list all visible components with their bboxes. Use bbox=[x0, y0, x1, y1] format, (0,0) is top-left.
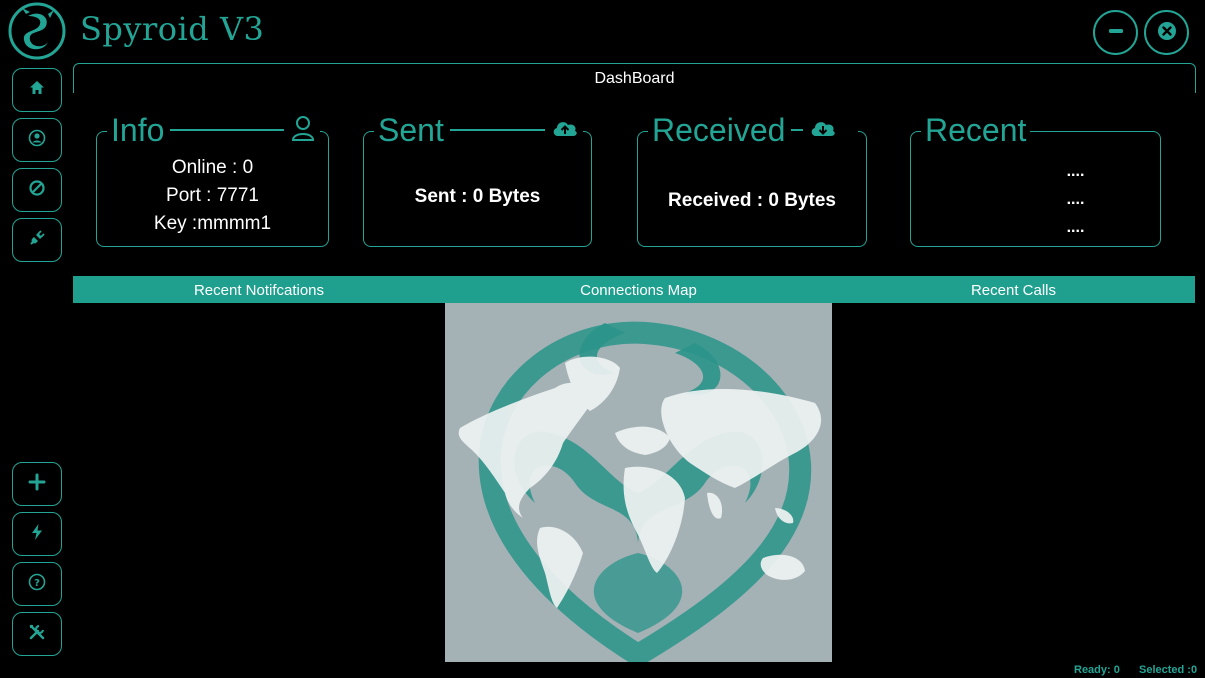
tab-strip: Recent Notifcations Connections Map Rece… bbox=[73, 276, 1195, 303]
minus-icon bbox=[1106, 21, 1126, 45]
plus-icon bbox=[28, 473, 46, 495]
sent-card: Sent Sent : 0 Bytes bbox=[363, 112, 592, 247]
home-icon bbox=[28, 79, 46, 101]
tab-recent-calls[interactable]: Recent Calls bbox=[832, 276, 1195, 303]
user-outline-icon bbox=[290, 114, 316, 146]
sent-value: Sent : 0 Bytes bbox=[414, 186, 541, 207]
sidebar-tools-button[interactable] bbox=[12, 612, 62, 656]
tools-icon bbox=[28, 623, 46, 645]
help-icon: ? bbox=[28, 573, 46, 595]
cloud-upload-icon bbox=[551, 117, 579, 143]
lightning-icon bbox=[28, 523, 46, 545]
recent-item: .... bbox=[1066, 219, 1085, 236]
cloud-download-icon bbox=[809, 117, 837, 143]
sidebar-block-button[interactable] bbox=[12, 168, 62, 212]
recent-card: Recent .... .... .... bbox=[910, 112, 1161, 247]
sent-card-title: Sent bbox=[378, 112, 444, 148]
app-logo bbox=[8, 2, 66, 60]
info-card-title: Info bbox=[111, 112, 165, 148]
info-key: Key :mmmm1 bbox=[153, 213, 272, 234]
recent-item: .... bbox=[1066, 163, 1085, 180]
sidebar-plug-button[interactable] bbox=[12, 218, 62, 262]
recent-card-title: Recent bbox=[925, 112, 1027, 148]
info-card: Info Online : 0 Port : 7771 Key :mmmm1 bbox=[96, 112, 329, 247]
received-card: Received Received : 0 Bytes bbox=[637, 112, 867, 247]
sidebar-home-button[interactable] bbox=[12, 68, 62, 112]
received-card-title: Received bbox=[652, 112, 786, 148]
received-value: Received : 0 Bytes bbox=[668, 190, 836, 211]
recent-item: .... bbox=[1066, 191, 1085, 208]
app-title: Spyroid V3 bbox=[80, 10, 265, 48]
close-button[interactable] bbox=[1144, 10, 1189, 55]
status-ready: Ready: 0 bbox=[1074, 664, 1120, 676]
tab-recent-notifications[interactable]: Recent Notifcations bbox=[73, 276, 445, 303]
sidebar-help-button[interactable]: ? bbox=[12, 562, 62, 606]
connections-map[interactable] bbox=[445, 303, 832, 662]
user-icon bbox=[28, 129, 46, 151]
sidebar-lightning-button[interactable] bbox=[12, 512, 62, 556]
sidebar-add-button[interactable] bbox=[12, 462, 62, 506]
dashboard-title: DashBoard bbox=[594, 70, 675, 87]
svg-text:?: ? bbox=[34, 578, 40, 589]
plug-icon bbox=[28, 229, 46, 251]
minimize-button[interactable] bbox=[1093, 10, 1138, 55]
tab-connections-map[interactable]: Connections Map bbox=[445, 276, 832, 303]
info-online: Online : 0 bbox=[171, 157, 254, 178]
sidebar-user-button[interactable] bbox=[12, 118, 62, 162]
status-selected: Selected :0 bbox=[1139, 664, 1198, 676]
info-port: Port : 7771 bbox=[166, 185, 259, 206]
close-circle-icon bbox=[1156, 20, 1178, 46]
block-icon bbox=[28, 179, 46, 201]
